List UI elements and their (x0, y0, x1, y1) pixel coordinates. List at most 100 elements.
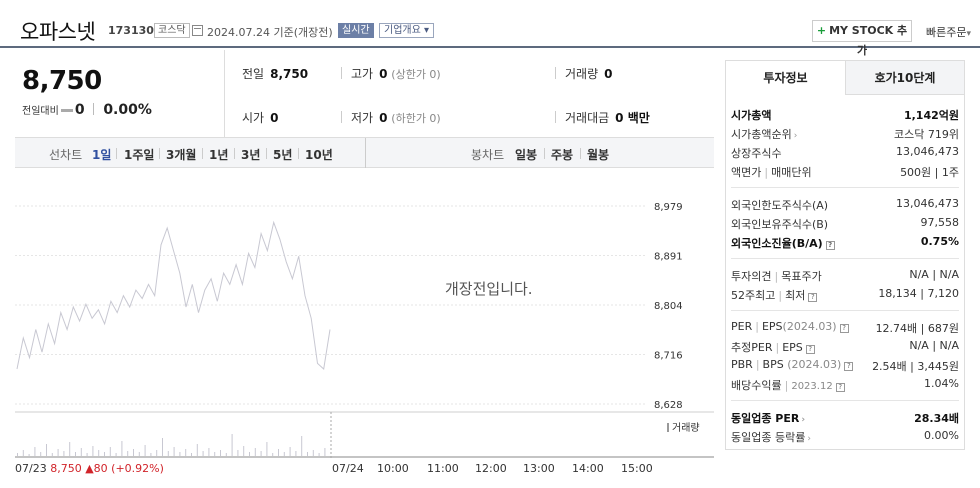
chevron-right-icon: › (801, 415, 806, 425)
tab-investment-info[interactable]: 투자정보 (726, 61, 845, 95)
tab-1y[interactable]: 1년 (209, 146, 228, 163)
chart-tabs: 선차트 1일 1주일 3개월 1년 3년 5년 10년 봉차트 일봉 주봉 월봉 (15, 138, 714, 168)
base-date: 2024.07.24 기준(개장전) (207, 26, 333, 39)
peer-rate-row[interactable]: 동일업종 등락률 › 0.00% (731, 429, 959, 447)
x-prev-change: ▲80 (+0.92%) (85, 462, 164, 475)
volume-bar (57, 449, 59, 456)
volume-bar (167, 451, 169, 456)
tab-1w[interactable]: 1주일 (124, 146, 154, 163)
volume-bar (40, 452, 42, 456)
diff-pct: 0.00% (103, 102, 152, 118)
volume-bar (22, 450, 24, 456)
plus-icon: + (816, 24, 827, 37)
x-tick-label: 15:00 (621, 462, 653, 475)
est-per-row: 추정PER | EPS? N/A | N/A (731, 339, 959, 354)
add-mystock-button[interactable]: + MY STOCK 추가 (812, 20, 912, 57)
price-chart: 8,979 8,891 8,804 8,716 8,628 개장전입니다. 거래량 07… (15, 168, 714, 488)
volume-bar (324, 448, 326, 456)
calendar-icon (192, 25, 203, 36)
volume-bar (220, 450, 221, 456)
x-tick-label: 11:00 (427, 462, 459, 475)
x-tick-label: 07/24 (332, 462, 364, 475)
stock-code: 173130 (108, 24, 154, 37)
tab-10y[interactable]: 10년 (305, 146, 333, 163)
help-icon[interactable]: ? (805, 345, 815, 354)
tab-daily[interactable]: 일봉 (515, 146, 537, 163)
foreign-limit-row: 외국인한도주식수(A) 13,046,473 (731, 197, 959, 212)
volume-bars (17, 434, 326, 456)
low-price: 저가 0 (하한가 0) (351, 111, 441, 125)
volume-legend: 거래량 (667, 419, 700, 434)
volume-bar (249, 452, 250, 456)
volume-bar (156, 450, 158, 456)
peer-per-row[interactable]: 동일업종 PER › 28.34배 (731, 410, 959, 428)
cap-rank-row[interactable]: 시가총액순위 › 코스닥 719위 (731, 126, 959, 144)
volume-bar (243, 446, 245, 456)
investment-info-panel: 투자정보 호가10단계 시가총액 1,142억원 시가총액순위 › 코스닥 719위 … (725, 60, 965, 450)
tab-5y[interactable]: 5년 (273, 146, 292, 163)
help-icon[interactable]: ? (844, 362, 854, 371)
volume-bar (138, 452, 140, 456)
x-tick-label: 14:00 (572, 462, 604, 475)
tab-1d[interactable]: 1일 (92, 146, 111, 163)
x-prev-price: 8,750 (50, 462, 82, 475)
stock-header: 오파스넷 173130 코스닥 2024.07.24 기준(개장전) 실시간 기… (0, 0, 980, 57)
volume-bar (318, 453, 320, 456)
x-tick-label: 12:00 (475, 462, 507, 475)
realtime-badge[interactable]: 실시간 (338, 23, 374, 38)
y-tick-label: 8,804 (654, 301, 683, 312)
volume-bar (162, 438, 163, 456)
tab-3m[interactable]: 3개월 (166, 146, 196, 163)
volume-bar (115, 453, 117, 456)
flat-icon (60, 108, 73, 112)
market-tag: 코스닥 (154, 23, 190, 38)
quick-order-label: 빠른주문 (926, 26, 967, 39)
help-icon[interactable]: ? (825, 241, 835, 250)
tab-3y[interactable]: 3년 (241, 146, 260, 163)
volume-bar (121, 441, 123, 456)
volume-bar (272, 453, 274, 456)
diff-value: 0 (74, 102, 85, 118)
opinion-row: 투자의견 | 목표주가 N/A | N/A (731, 268, 959, 283)
volume-bar (254, 448, 256, 456)
price-line (16, 220, 331, 370)
tab-orderbook[interactable]: 호가10단계 (845, 61, 964, 95)
volume-bar (283, 452, 285, 456)
add-mystock-label: MY STOCK 추가 (829, 24, 908, 57)
volume-bar (80, 448, 82, 456)
tab-weekly[interactable]: 주봉 (551, 146, 573, 163)
company-info-label: 기업개요 (384, 25, 421, 36)
volume-bar (208, 448, 210, 456)
current-price: 8,750 (22, 66, 102, 96)
chevron-right-icon: › (793, 131, 798, 141)
volume-bar (46, 444, 47, 456)
open-price: 시가 0 (242, 111, 279, 125)
x-tick-label: 10:00 (377, 462, 409, 475)
volume-bar (133, 449, 134, 456)
y-tick-label: 8,628 (654, 400, 683, 411)
volume-bar (191, 453, 192, 456)
prev-close: 전일 8,750 (242, 67, 309, 81)
help-icon[interactable]: ? (808, 293, 818, 302)
tab-monthly[interactable]: 월봉 (587, 146, 609, 163)
volume-bar (196, 444, 198, 456)
volume-bar (98, 450, 100, 456)
volume-bar (202, 451, 204, 456)
volume-bar (214, 452, 216, 456)
volume-bar (301, 436, 303, 456)
market-cap-row: 시가총액 1,142억원 (731, 109, 959, 122)
y-axis-ticks: 8,979 8,891 8,804 8,716 8,628 (654, 202, 683, 411)
candle-chart-label: 봉차트 (471, 148, 505, 162)
volume-bar (260, 451, 262, 456)
quick-order-button[interactable]: 빠른주문▾ (926, 24, 971, 40)
w52-row: 52주최고 | 최저? 18,134 | 7,120 (731, 287, 959, 302)
company-info-button[interactable]: 기업개요 ▾ (379, 23, 435, 38)
help-icon[interactable]: ? (839, 324, 849, 333)
volume-bar (127, 451, 129, 456)
volume-bar (17, 453, 18, 456)
y-tick-label: 8,891 (654, 252, 683, 263)
volume-bar (179, 452, 181, 456)
help-icon[interactable]: ? (835, 383, 845, 392)
volume-bar (278, 449, 279, 456)
volume-bar (295, 451, 297, 456)
